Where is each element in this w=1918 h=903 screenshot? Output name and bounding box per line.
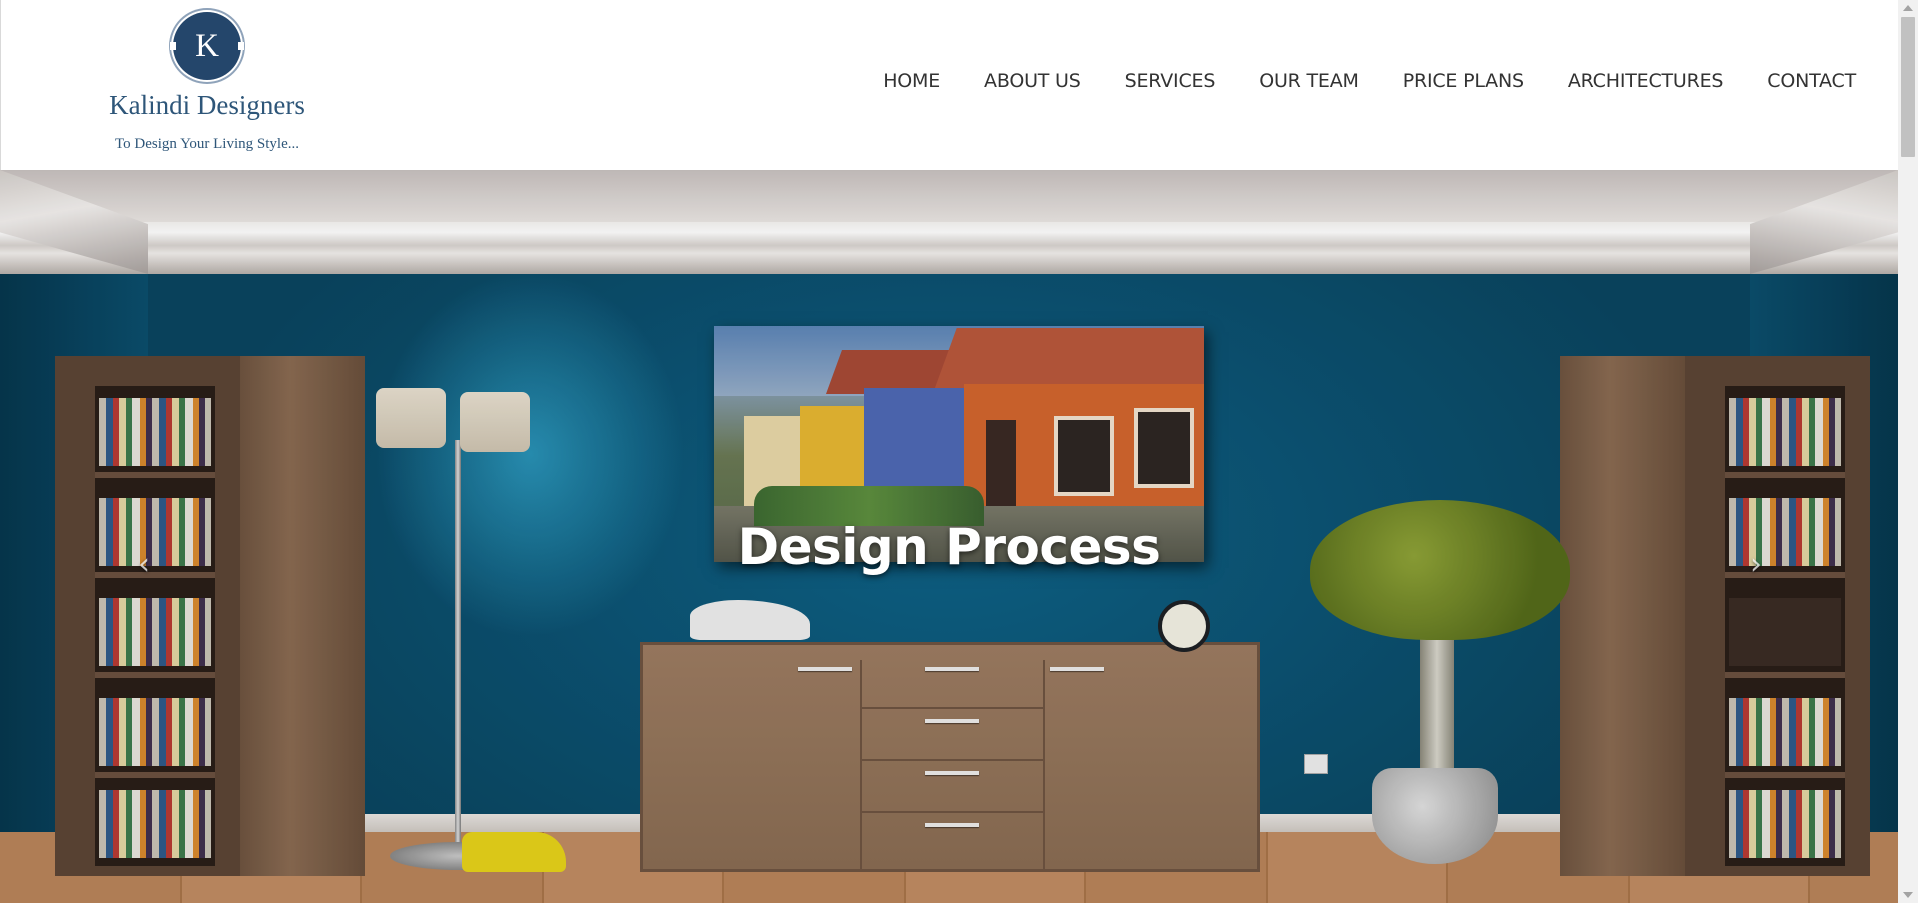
scroll-down-arrow-icon[interactable] (1903, 892, 1913, 898)
brand-logo-link[interactable]: K Kalindi Designers To Design Your Livin… (107, 12, 307, 162)
nav-item-services[interactable]: SERVICES (1103, 70, 1238, 92)
page: K Kalindi Designers To Design Your Livin… (0, 0, 1918, 903)
nav-item-home[interactable]: HOME (861, 70, 962, 92)
brand-name: Kalindi Designers (109, 90, 305, 120)
nav-item-our-team[interactable]: OUR TEAM (1237, 70, 1381, 92)
scroll-up-arrow-icon[interactable] (1903, 5, 1913, 11)
scrollbar-thumb[interactable] (1901, 17, 1915, 157)
logo-letter: K (195, 28, 219, 64)
chevron-right-icon: › (1750, 547, 1762, 582)
main-nav: HOME ABOUT US SERVICES OUR TEAM PRICE PL… (861, 70, 1856, 92)
site-header: K Kalindi Designers To Design Your Livin… (0, 0, 1898, 170)
nav-item-about-us[interactable]: ABOUT US (962, 70, 1103, 92)
brand-tagline: To Design Your Living Style... (115, 136, 299, 152)
nav-item-contact[interactable]: CONTACT (1745, 70, 1856, 92)
hero-caption: Design Process (737, 518, 1161, 576)
nav-item-price-plans[interactable]: PRICE PLANS (1381, 70, 1546, 92)
hero-carousel: Design Process ‹ › (0, 170, 1898, 903)
logo-emblem: K (170, 12, 244, 80)
nav-item-architectures[interactable]: ARCHITECTURES (1546, 70, 1745, 92)
chevron-left-icon: ‹ (138, 547, 150, 582)
carousel-prev-button[interactable]: ‹ (124, 540, 164, 590)
page-scrollbar[interactable] (1898, 0, 1918, 903)
carousel-next-button[interactable]: › (1736, 540, 1776, 590)
